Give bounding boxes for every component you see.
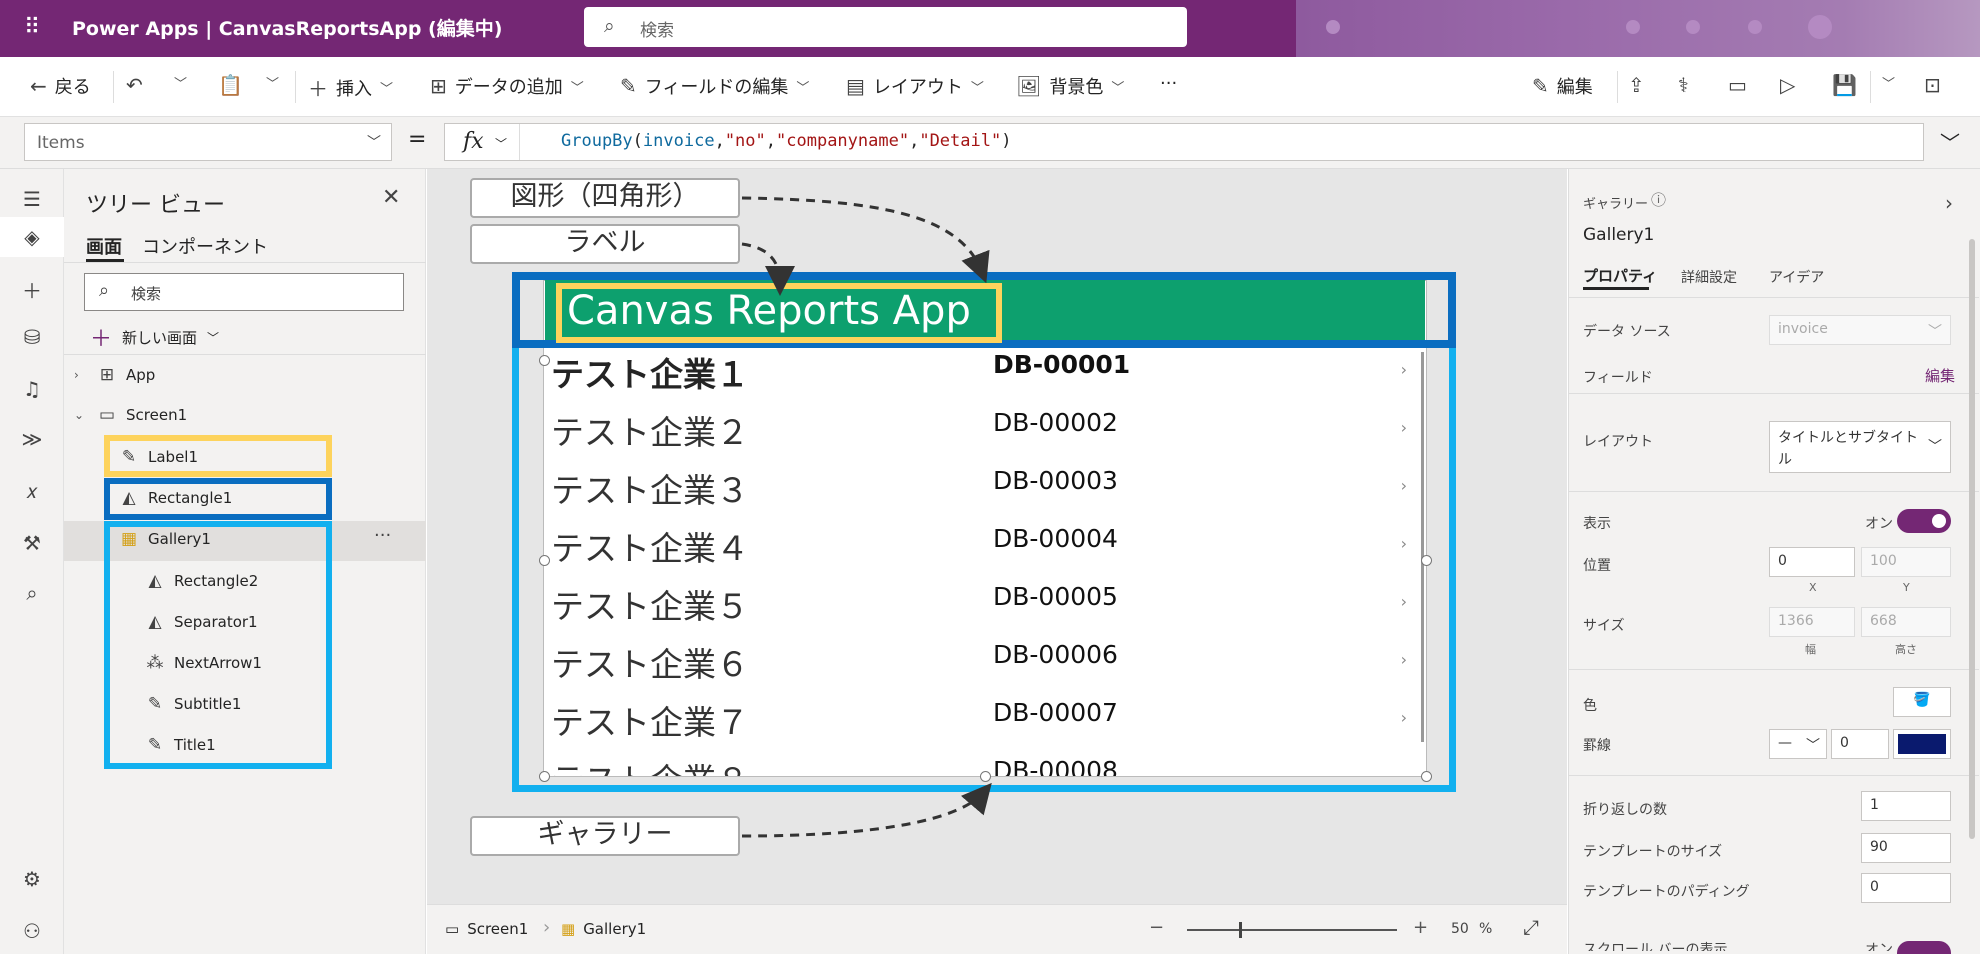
breadcrumb-gallery[interactable]: ▦ Gallery1 xyxy=(561,920,646,938)
color-label: 色 xyxy=(1583,698,1597,714)
screen-icon: ▭ xyxy=(445,920,460,938)
y-caption: Y xyxy=(1903,581,1910,594)
divider xyxy=(1569,775,1979,776)
border-color-picker[interactable] xyxy=(1893,729,1951,759)
template-size-label: テンプレートのサイズ xyxy=(1583,844,1723,860)
tab-ideas[interactable]: アイデア xyxy=(1769,267,1824,287)
border-label: 罫線 xyxy=(1583,738,1611,754)
visible-value: オン xyxy=(1865,516,1893,532)
x-input[interactable]: 0 xyxy=(1769,547,1855,577)
toggle-knob xyxy=(1932,514,1946,528)
tab-advanced[interactable]: 詳細設定 xyxy=(1681,267,1737,287)
layout-dropdown[interactable]: タイトルとサブタイトル ﹀ xyxy=(1769,421,1951,473)
width-caption: 幅 xyxy=(1805,643,1816,656)
zoom-slider-thumb[interactable] xyxy=(1239,922,1242,938)
breadcrumb-separator: › xyxy=(543,917,551,938)
zoom-out-button[interactable]: − xyxy=(1149,917,1164,938)
border-color-swatch xyxy=(1898,734,1946,754)
status-bar: ▭ Screen1 › ▦ Gallery1 − + 50 % ⤢ xyxy=(427,904,1567,954)
breadcrumb-gallery-label: Gallery1 xyxy=(583,920,647,938)
properties-panel: ギャラリー ⓘ › Gallery1 プロパティ 詳細設定 アイデア データ ソ… xyxy=(1568,169,1980,954)
paint-bucket-icon: 🪣 xyxy=(1913,692,1931,708)
divider xyxy=(1569,669,1979,670)
visible-toggle[interactable] xyxy=(1897,509,1951,533)
border-style-dropdown[interactable]: — ﹀ xyxy=(1769,729,1827,759)
fit-to-window-icon[interactable]: ⤢ xyxy=(1523,915,1539,939)
datasource-dropdown[interactable]: invoice ﹀ xyxy=(1769,315,1951,345)
chevron-down-icon: ﹀ xyxy=(1928,439,1942,455)
x-caption: X xyxy=(1809,581,1817,594)
position-label: 位置 xyxy=(1583,558,1611,574)
scrollbar-toggle[interactable] xyxy=(1897,941,1951,954)
line-style-icon: — xyxy=(1778,735,1792,751)
datasource-value: invoice xyxy=(1778,321,1828,337)
control-name[interactable]: Gallery1 xyxy=(1583,225,1654,245)
height-caption: 高さ xyxy=(1895,643,1917,656)
height-input[interactable]: 668 xyxy=(1861,607,1951,637)
panel-scrollbar[interactable] xyxy=(1969,239,1975,839)
chevron-right-icon[interactable]: › xyxy=(1945,191,1953,215)
template-padding-label: テンプレートのパディング xyxy=(1583,884,1750,900)
control-type: ギャラリー xyxy=(1583,197,1649,212)
datasource-label: データ ソース xyxy=(1583,324,1671,340)
scrollbar-value: オン xyxy=(1865,942,1893,951)
template-padding-input[interactable]: 0 xyxy=(1861,873,1951,903)
tab-properties[interactable]: プロパティ xyxy=(1583,265,1657,286)
y-input[interactable]: 100 xyxy=(1861,547,1951,577)
zoom-in-button[interactable]: + xyxy=(1413,917,1428,938)
template-size-input[interactable]: 90 xyxy=(1861,833,1951,863)
divider xyxy=(1569,491,1979,492)
breadcrumb-screen-label: Screen1 xyxy=(467,920,529,938)
width-input[interactable]: 1366 xyxy=(1769,607,1855,637)
zoom-unit: % xyxy=(1479,921,1493,937)
breadcrumb-screen[interactable]: ▭ Screen1 xyxy=(445,920,528,938)
tab-underline xyxy=(1583,287,1649,290)
visible-label: 表示 xyxy=(1583,516,1611,532)
zoom-level: 50 xyxy=(1451,921,1469,937)
fields-edit-link[interactable]: 編集 xyxy=(1925,365,1955,386)
fields-label: フィールド xyxy=(1583,370,1653,386)
chevron-down-icon: ﹀ xyxy=(1928,324,1942,340)
help-icon[interactable]: ⓘ xyxy=(1651,189,1666,210)
zoom-slider[interactable] xyxy=(1187,929,1397,931)
border-width-input[interactable]: 0 xyxy=(1831,729,1889,759)
layout-value: タイトルとサブタイトル xyxy=(1778,430,1918,468)
wrap-count-input[interactable]: 1 xyxy=(1861,791,1951,821)
layout-label: レイアウト xyxy=(1583,434,1653,450)
gallery-icon: ▦ xyxy=(561,920,576,938)
size-label: サイズ xyxy=(1583,618,1625,634)
divider xyxy=(1569,393,1979,394)
wrap-count-label: 折り返しの数 xyxy=(1583,802,1667,818)
scrollbar-label: スクロール バーの表示 xyxy=(1583,942,1728,951)
chevron-down-icon: ﹀ xyxy=(1806,738,1820,754)
divider xyxy=(1569,297,1979,298)
color-picker[interactable]: 🪣 xyxy=(1893,687,1951,717)
